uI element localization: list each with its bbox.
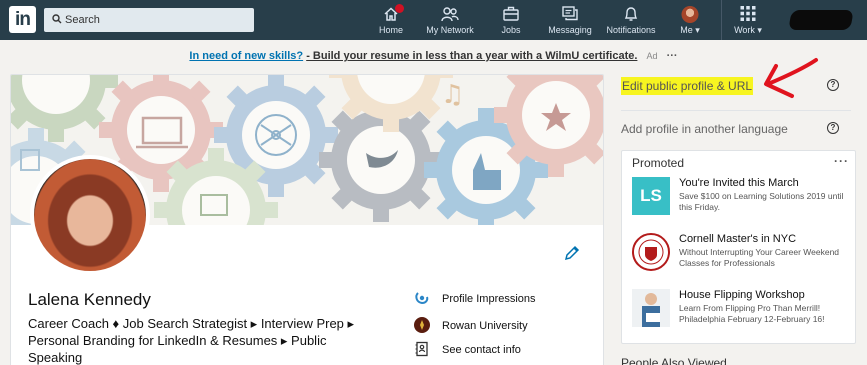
promoted-more-button[interactable]: ··· [834,154,849,168]
nav-my-network-label: My Network [426,25,474,35]
nav-notifications[interactable]: Notifications [602,0,660,40]
nav-home-label: Home [378,25,403,35]
promoted-title: Promoted [632,156,685,170]
nav-jobs[interactable]: Jobs [494,0,528,40]
edit-public-profile-link[interactable]: Edit public profile & URL [621,77,754,95]
profile-headline: Career Coach ♦ Job Search Strategist ▸ I… [28,316,355,365]
cornell-seal-logo [632,233,670,271]
contact-info-label: See contact info [442,344,521,356]
nav-divider [721,0,722,40]
house-flipping-photo [632,289,670,327]
help-icon[interactable]: ? [827,79,839,91]
briefcase-icon [503,6,519,21]
ad-link[interactable]: In need of new skills? [189,50,303,62]
divider [621,110,851,111]
nav-me[interactable]: Me ▾ [672,0,708,40]
top-nav-bar: in Home My Network Jobs Messaging Notifi… [0,0,867,40]
ad-more-button[interactable]: ··· [667,50,678,62]
nav-notifications-label: Notifications [606,25,656,35]
promoted-item-desc: Without Interrupting Your Career Weekend… [679,247,840,268]
promoted-item[interactable]: LS You're Invited this March Save $100 o… [632,177,852,223]
nav-me-label: Me ▾ [680,25,700,35]
profile-card: ♫ Lalena Kennedy Career Coach ♦ Job Sear… [10,74,604,365]
ad-banner: In need of new skills? - Build your resu… [0,50,867,62]
network-icon [441,7,459,22]
education-label: Rowan University [442,320,528,332]
promoted-item[interactable]: Cornell Master's in NYC Without Interrup… [632,233,852,279]
nav-home[interactable]: Home [374,0,408,40]
red-arrow-annotation [764,58,818,98]
nav-messaging-label: Messaging [548,25,592,35]
redacted-scribble [788,10,854,30]
nav-work-label: Work ▾ [734,25,762,35]
contact-card-icon [415,341,428,357]
profile-photo[interactable] [30,155,150,275]
promoted-item-title: House Flipping Workshop [679,289,805,301]
contact-info-link[interactable]: See contact info [414,341,594,361]
search-box[interactable] [44,8,254,32]
nav-messaging[interactable]: Messaging [545,0,595,40]
avatar [681,6,699,23]
svg-text:♫: ♫ [441,80,464,110]
notification-badge [395,4,404,13]
education-link[interactable]: Rowan University [414,317,594,337]
promoted-panel: Promoted ··· LS You're Invited this Marc… [621,150,856,344]
profile-impressions-label: Profile Impressions [442,293,536,305]
nav-jobs-label: Jobs [501,25,521,35]
promoted-item-title: You're Invited this March [679,177,799,189]
add-profile-language-link[interactable]: Add profile in another language [621,122,788,136]
promoted-item-desc: Learn From Flipping Pro Than Merrill! Ph… [679,303,825,324]
messaging-icon [562,6,578,21]
promoted-item[interactable]: House Flipping Workshop Learn From Flipp… [632,289,852,335]
linkedin-logo[interactable]: in [9,6,36,33]
learning-solutions-logo: LS [632,177,670,215]
impressions-icon [415,292,429,305]
search-icon [52,14,62,24]
people-also-viewed-heading: People Also Viewed [621,356,727,365]
profile-name: Lalena Kennedy [28,290,151,309]
grid-icon [740,6,756,21]
nav-work[interactable]: Work ▾ [730,0,766,40]
help-icon[interactable]: ? [827,122,839,134]
ad-link-rest[interactable]: - Build your resume in less than a year … [306,50,637,62]
nav-my-network[interactable]: My Network [421,0,479,40]
search-input[interactable] [65,8,250,32]
edit-public-profile-label: Edit public profile & URL [621,77,754,95]
ad-label: Ad [646,51,658,61]
profile-impressions-link[interactable]: Profile Impressions [414,290,594,310]
promoted-item-desc: Save $100 on Learning Solutions 2019 unt… [679,191,844,212]
promoted-item-title: Cornell Master's in NYC [679,233,797,245]
university-logo [414,317,430,333]
bell-icon [624,7,638,21]
edit-pencil-icon[interactable] [564,245,580,261]
